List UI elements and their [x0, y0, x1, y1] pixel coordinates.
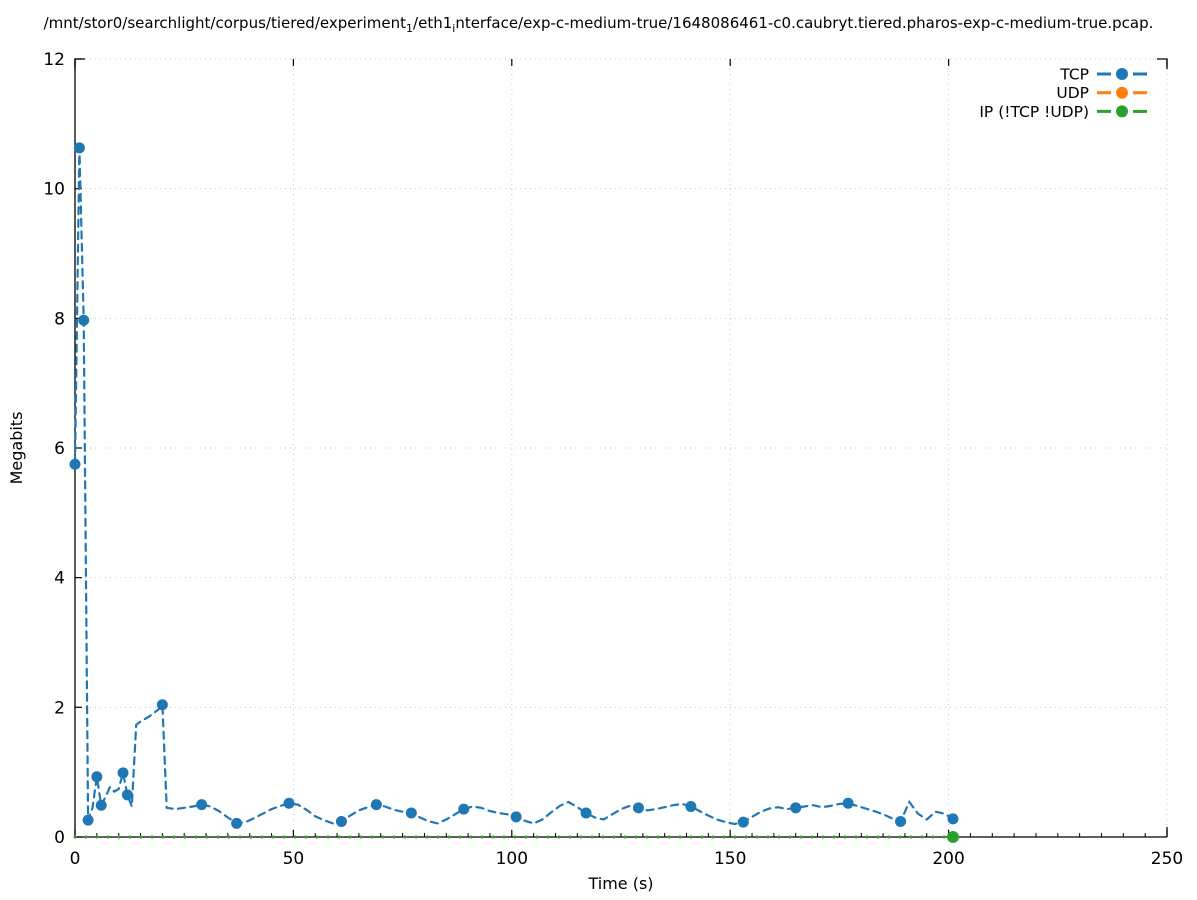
series-tcp-line [73, 147, 955, 826]
chart-title-part3: nterface/exp-c-medium-true/1648086461-c0… [455, 14, 1154, 32]
series-tcp-marker [370, 799, 382, 811]
legend-sample-marker [1116, 105, 1128, 118]
chart-title: /mnt/stor0/searchlight/corpus/tiered/exp… [0, 14, 1197, 35]
chart-title-part2: /eth1 [413, 14, 453, 32]
series-tcp-marker [196, 799, 208, 811]
corner-top-right [1157, 58, 1168, 69]
series-tcp-marker [842, 797, 854, 809]
x-tick-label: 50 [283, 849, 305, 869]
series-layer [69, 142, 959, 843]
series-tcp-marker [69, 458, 81, 470]
y-tick-label: 2 [54, 698, 65, 718]
series-tcp-marker [121, 789, 133, 801]
x-tick-label: 200 [932, 849, 964, 869]
series-tcp-marker [78, 314, 90, 326]
legend-sample-marker [1116, 86, 1128, 99]
series-tcp-marker [82, 814, 94, 826]
series-tcp-marker [632, 802, 644, 814]
series-tcp-marker [790, 802, 802, 814]
legend-label: TCP [1059, 66, 1089, 84]
series-tcp-marker [510, 811, 522, 823]
plot-window: /mnt/stor0/searchlight/corpus/tiered/exp… [0, 0, 1197, 900]
series-tcp-marker [283, 797, 295, 809]
series-tcp-marker [580, 807, 592, 819]
series-tcp-marker [685, 801, 697, 813]
series-ip-end-marker [946, 831, 959, 843]
corner-top-left [74, 58, 85, 69]
legend: TCPUDPIP (!TCP !UDP) [979, 66, 1147, 121]
x-tick-label: 0 [70, 849, 81, 869]
legend-item-tcp: TCP [1059, 66, 1147, 84]
chart-title-part1: /mnt/stor0/searchlight/corpus/tiered/exp… [43, 14, 407, 32]
y-tick-label: 0 [54, 828, 65, 848]
series-tcp-marker [156, 699, 168, 711]
legend-sample-marker [1116, 68, 1128, 80]
series-tcp-marker [895, 815, 907, 827]
series-tcp-marker [231, 817, 243, 829]
series-tcp-marker [95, 799, 107, 811]
chart-title-sub1: 1 [406, 22, 414, 35]
series-tcp-marker [73, 142, 85, 154]
legend-item-ip: IP (!TCP !UDP) [979, 103, 1147, 121]
grid-layer [75, 58, 1168, 837]
axis-layer: 0 50 100 150 200 250 0 2 4 6 8 10 12 [43, 50, 1183, 869]
series-tcp-marker [335, 815, 347, 827]
x-tick-label: 250 [1151, 849, 1183, 869]
y-tick-label: 10 [43, 180, 65, 200]
chart-canvas: 0 50 100 150 200 250 0 2 4 6 8 10 12 TCPUDPIP (!TCP … [7, 50, 1183, 893]
series-tcp-marker [737, 816, 749, 828]
y-tick-label: 4 [54, 569, 65, 589]
legend-item-udp: UDP [1056, 84, 1147, 102]
series-tcp-marker [91, 771, 103, 783]
y-tick-label: 6 [54, 439, 65, 459]
series-tcp-marker [947, 813, 959, 825]
y-tick-label: 12 [43, 50, 65, 70]
y-axis-label: Megabits [7, 412, 26, 485]
y-tick-label: 8 [54, 309, 65, 329]
legend-label: IP (!TCP !UDP) [979, 103, 1089, 121]
series-tcp-marker [458, 803, 470, 815]
series-tcp-marker [117, 767, 129, 779]
legend-label: UDP [1056, 84, 1089, 102]
x-tick-label: 100 [496, 849, 528, 869]
series-tcp-marker [405, 807, 417, 819]
x-tick-label: 150 [714, 849, 746, 869]
x-axis-label: Time (s) [587, 874, 653, 893]
